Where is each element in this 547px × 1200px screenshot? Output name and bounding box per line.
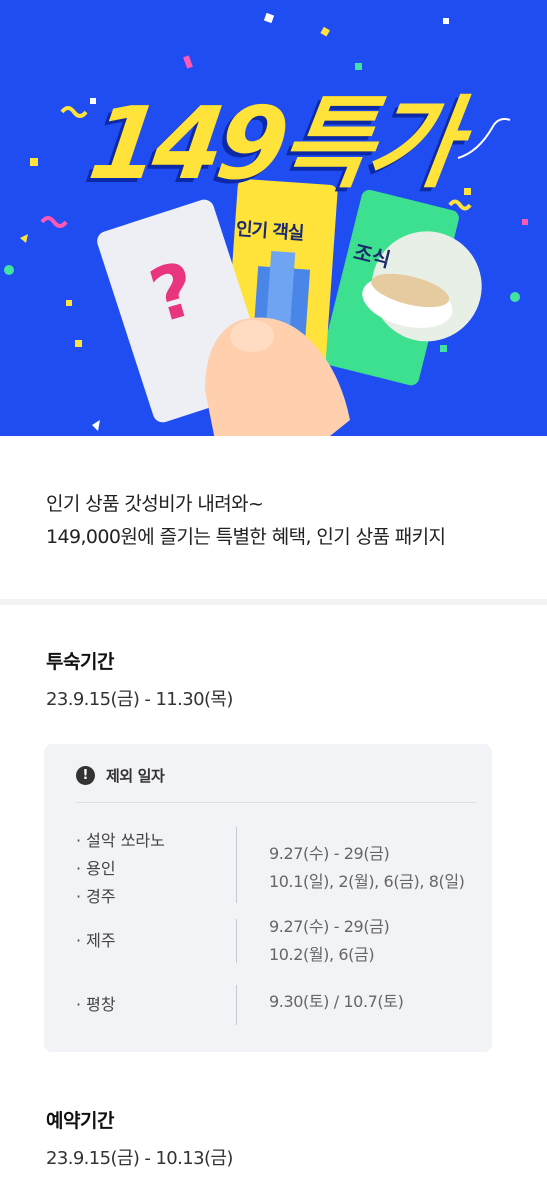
exclusion-dates: 9.27(수) - 29(금) 10.1(일), 2(월), 6(금), 8(일… — [237, 827, 465, 903]
exclusion-header: ! 제외 일자 — [76, 762, 476, 788]
booking-period-title: 예약기간 — [46, 1110, 114, 1132]
intro-line-2: 149,000원에 즐기는 특별한 혜택, 인기 상품 패키지 — [46, 526, 446, 548]
stay-period-section: 투숙기간 23.9.15(금) - 11.30(목) — [0, 605, 547, 711]
place-item: 제주 — [76, 927, 236, 955]
exclusion-places: 제주 — [76, 919, 236, 963]
date-item: 10.1(일), 2(월), 6(금), 8(일) — [269, 872, 465, 891]
exclusion-dates: 9.30(토) / 10.7(토) — [237, 985, 404, 1025]
date-item: 9.27(수) - 29(금) — [269, 917, 390, 936]
place-item: 설악 쏘라노 — [76, 827, 236, 855]
hero-banner: 149특가 ? 인기 객실 조식 — [0, 0, 547, 436]
booking-period-dates: 23.9.15(금) - 10.13(금) — [46, 1148, 233, 1169]
intro-text: 인기 상품 갓성비가 내려와~ 149,000원에 즐기는 특별한 혜택, 인기… — [0, 436, 547, 584]
exclusion-places: 설악 쏘라노 용인 경주 — [76, 827, 236, 906]
exclusion-row: 제주 9.27(수) - 29(금) 10.2(월), 6(금) — [76, 917, 476, 964]
date-item: 9.27(수) - 29(금) — [269, 844, 390, 863]
date-item: 10.2(월), 6(금) — [269, 945, 375, 964]
intro-line-1: 인기 상품 갓성비가 내려와~ — [46, 493, 264, 515]
exclusion-divider — [76, 802, 476, 803]
exclusion-dates: 9.27(수) - 29(금) 10.2(월), 6(금) — [237, 913, 390, 964]
exclusion-places: 평창 — [76, 985, 236, 1025]
exclusion-row: 설악 쏘라노 용인 경주 9.27(수) - 29(금) 10.1(일), 2(… — [76, 827, 476, 906]
date-item: 9.30(토) / 10.7(토) — [269, 992, 404, 1011]
stay-period-title: 투숙기간 — [46, 651, 114, 673]
hero-title: 149특가 — [82, 85, 462, 202]
exclusion-box: ! 제외 일자 설악 쏘라노 용인 경주 9.27(수) - 29(금) 10.… — [44, 744, 492, 1052]
exclusion-row: 평창 9.30(토) / 10.7(토) — [76, 985, 476, 1025]
place-item: 경주 — [76, 883, 236, 911]
place-item: 평창 — [76, 991, 236, 1019]
exclamation-icon: ! — [76, 765, 95, 785]
place-item: 용인 — [76, 855, 236, 883]
stay-period-dates: 23.9.15(금) - 11.30(목) — [46, 689, 233, 710]
booking-period-section: 예약기간 23.9.15(금) - 10.13(금) — [0, 1052, 547, 1170]
exclusion-title: 제외 일자 — [106, 766, 165, 785]
ticket-room-label: 인기 객실 — [235, 218, 305, 245]
ticket-breakfast — [321, 189, 482, 386]
